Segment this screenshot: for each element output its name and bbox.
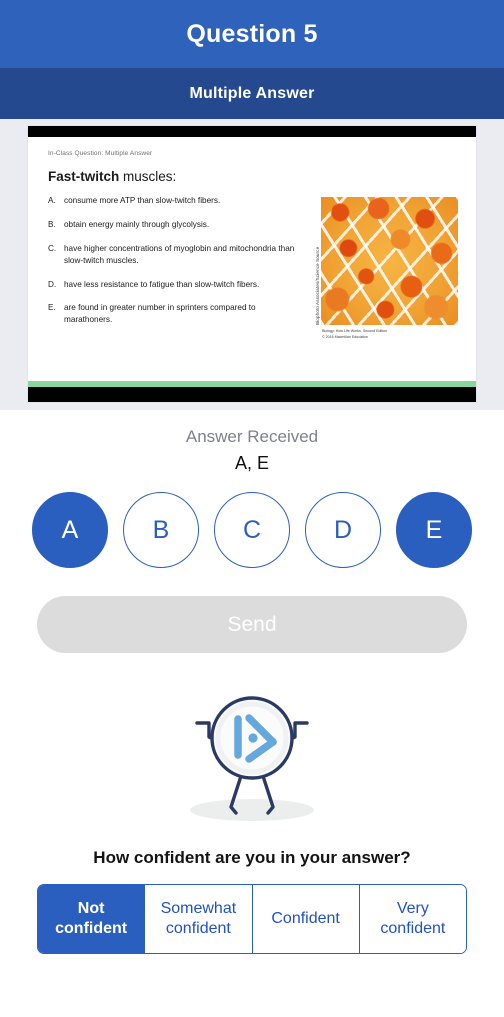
slide-choice-row: A. consume more ATP than slow-twitch fib… bbox=[48, 195, 305, 207]
page-title: Question 5 bbox=[186, 19, 318, 48]
slide-choice-text: are found in greater number in sprinters… bbox=[64, 303, 256, 325]
slide-choice-row: D. have less resistance to fatigue than … bbox=[48, 279, 305, 291]
answer-section: Answer Received A, E A B C D E bbox=[0, 410, 504, 568]
figure-credit-text: Biophoto Associates/Science Source bbox=[315, 246, 320, 325]
slide-stage: In-Class Question: Multiple Answer Fast-… bbox=[0, 119, 504, 410]
slide-heading-rest: muscles: bbox=[119, 169, 177, 184]
slide-content: In-Class Question: Multiple Answer Fast-… bbox=[28, 137, 476, 381]
confidence-option-very-confident[interactable]: Very confident bbox=[359, 885, 466, 953]
slide-choice-letter: A. bbox=[48, 196, 56, 205]
muscle-fiber-micrograph bbox=[321, 197, 458, 325]
slide-choice-row: E. are found in greater number in sprint… bbox=[48, 302, 305, 326]
figure-caption-line-2: © 2016 Macmillan Education bbox=[322, 334, 368, 339]
figure-caption: Biology: How Life Works, Second Edition … bbox=[321, 329, 458, 340]
answer-option-a[interactable]: A bbox=[32, 492, 108, 568]
question-type-label: Multiple Answer bbox=[189, 84, 315, 102]
slide-choice-list: A. consume more ATP than slow-twitch fib… bbox=[48, 195, 305, 340]
answer-options: A B C D E bbox=[0, 492, 504, 568]
question-header: Question 5 bbox=[0, 0, 504, 68]
question-slide-image[interactable]: In-Class Question: Multiple Answer Fast-… bbox=[28, 126, 476, 402]
send-button[interactable]: Send bbox=[37, 596, 467, 653]
slide-choice-text: have less resistance to fatigue than slo… bbox=[64, 279, 260, 289]
slide-choice-letter: E. bbox=[48, 303, 56, 313]
confidence-question: How confident are you in your answer? bbox=[93, 848, 411, 867]
quiz-screen: Question 5 Multiple Answer In-Class Ques… bbox=[0, 0, 504, 1017]
answer-status-label: Answer Received bbox=[185, 427, 319, 446]
answer-option-d[interactable]: D bbox=[305, 492, 381, 568]
mascot-icon bbox=[190, 695, 314, 821]
slide-choice-row: B. obtain energy mainly through glycolys… bbox=[48, 219, 305, 231]
answer-option-b[interactable]: B bbox=[123, 492, 199, 568]
answer-value: A, E bbox=[234, 453, 269, 473]
figure-column: Biology: How Life Works, Second Edition … bbox=[321, 197, 458, 340]
slide-choice-letter: D. bbox=[48, 279, 57, 289]
slide-top-bar bbox=[28, 126, 476, 137]
confidence-option-not-confident[interactable]: Not confident bbox=[38, 885, 146, 953]
slide-bottom-bar bbox=[28, 387, 476, 402]
slide-choice-letter: C. bbox=[48, 243, 57, 253]
confidence-option-confident[interactable]: Confident bbox=[252, 885, 360, 953]
slide-choice-text: consume more ATP than slow-twitch fibers… bbox=[64, 196, 221, 205]
confidence-option-somewhat-confident[interactable]: Somewhat confident bbox=[145, 885, 253, 953]
slide-columns: A. consume more ATP than slow-twitch fib… bbox=[48, 195, 458, 340]
slide-eyebrow: In-Class Question: Multiple Answer bbox=[48, 150, 153, 157]
slide-heading-bold: Fast-twitch bbox=[48, 169, 120, 184]
answer-option-e[interactable]: E bbox=[396, 492, 472, 568]
slide-heading: Fast-twitch muscles: bbox=[48, 169, 458, 184]
mascot-illustration bbox=[0, 667, 504, 842]
question-type-banner: Multiple Answer bbox=[0, 68, 504, 119]
slide-choice-text: have higher concentrations of myoglobin … bbox=[64, 243, 295, 265]
slide-choice-text: obtain energy mainly through glycolysis. bbox=[64, 219, 210, 229]
slide-choice-row: C. have higher concentrations of myoglob… bbox=[48, 243, 305, 267]
confidence-options: Not confident Somewhat confident Confide… bbox=[37, 884, 467, 954]
slide-figure: Biophoto Associates/Science Source Biolo… bbox=[315, 195, 458, 340]
answer-option-c[interactable]: C bbox=[214, 492, 290, 568]
send-section: Send bbox=[0, 568, 504, 653]
slide-choice-letter: B. bbox=[48, 219, 56, 229]
